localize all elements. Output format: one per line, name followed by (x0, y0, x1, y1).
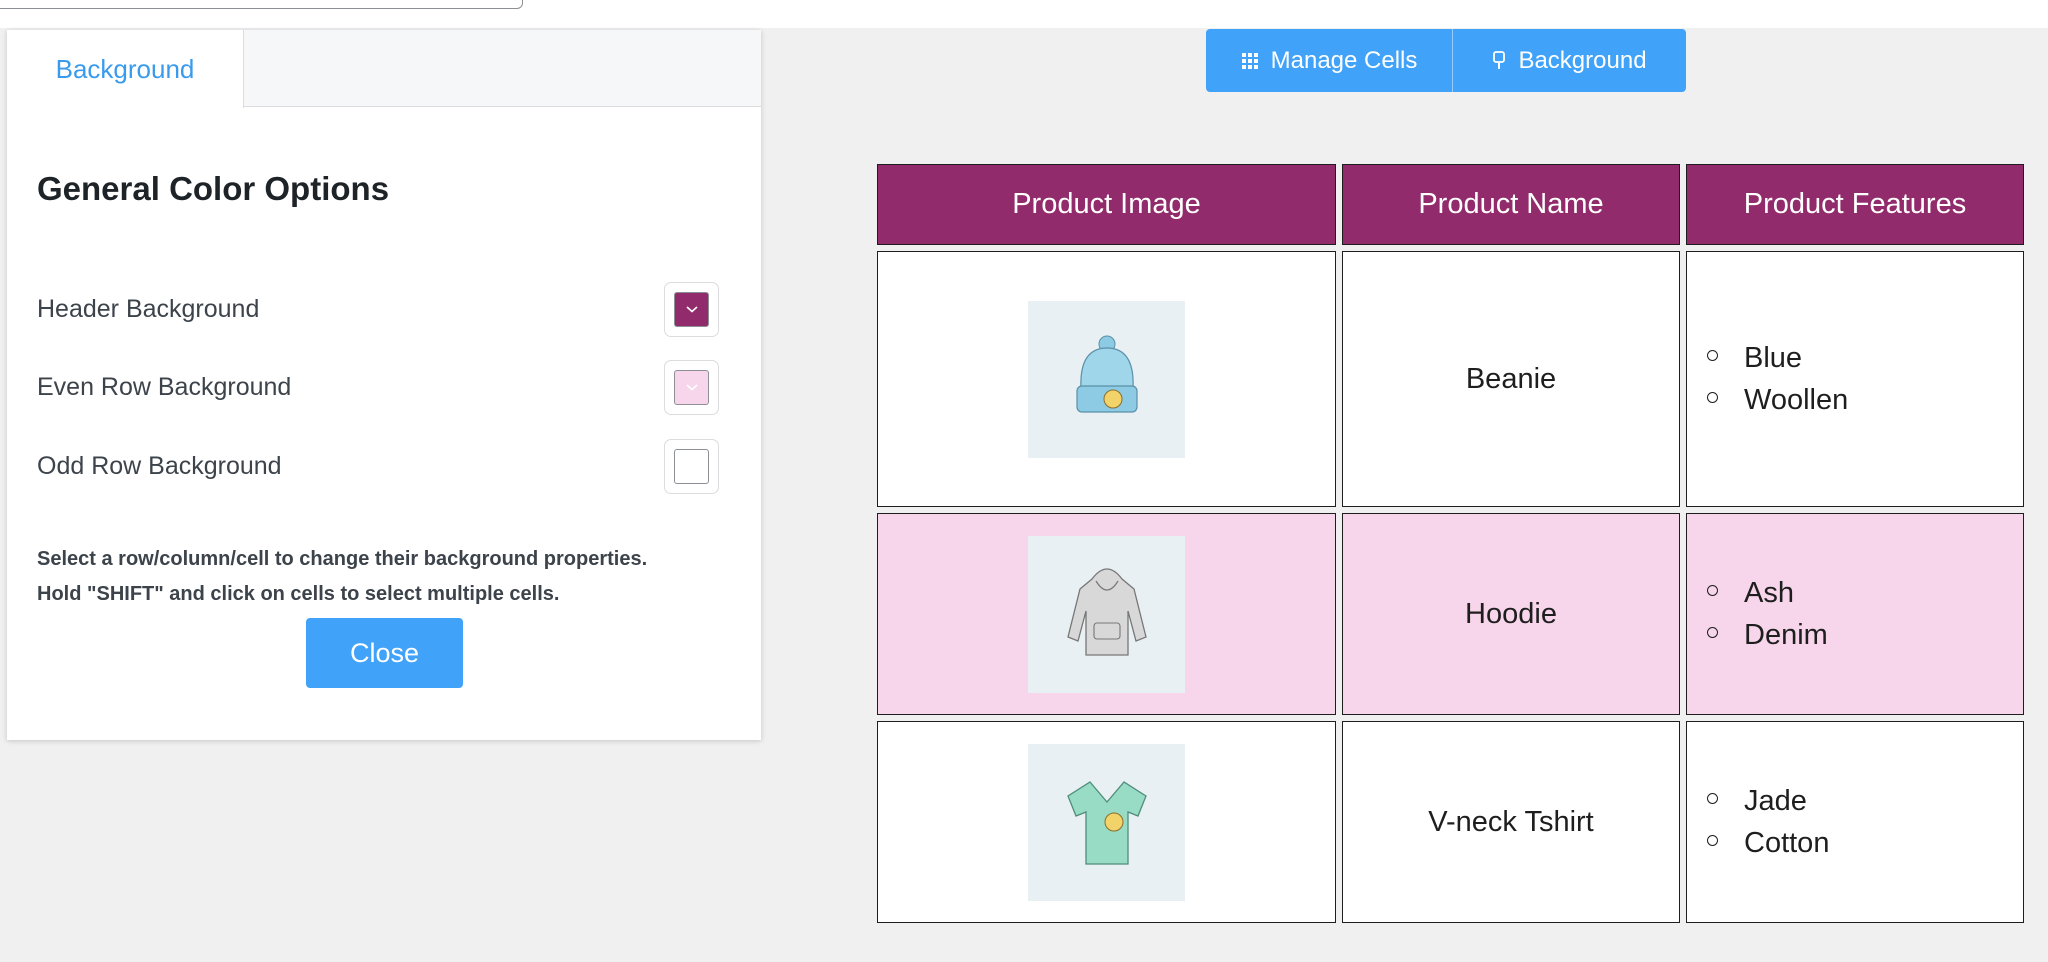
header-background-option: Header Background (37, 281, 719, 337)
hoodie-image (1028, 535, 1185, 693)
feature-text: Woollen (1744, 383, 1849, 416)
list-item: Cotton (1707, 822, 2023, 864)
header-background-color-picker[interactable] (664, 281, 719, 337)
list-item: Ash (1707, 572, 2023, 614)
tab-background[interactable]: Background (7, 30, 244, 108)
feature-list: Ash Denim (1687, 572, 2023, 656)
table-toolbar: Manage Cells Background (1206, 29, 1686, 92)
list-item: Denim (1707, 614, 2023, 656)
bullet-icon (1707, 391, 1718, 403)
feature-text: Denim (1744, 618, 1828, 651)
even-row-background-color-picker[interactable] (664, 359, 719, 415)
hoodie-icon (1066, 568, 1147, 656)
table-row: V-neck Tshirt Jade Cotton (877, 721, 2024, 923)
feature-list: Blue Woollen (1687, 337, 2023, 421)
header-cell-product-image[interactable]: Product Image (877, 164, 1336, 245)
beanie-image (1028, 300, 1185, 458)
help-line: Hold "SHIFT" and click on cells to selec… (37, 583, 560, 605)
header-cell-product-features[interactable]: Product Features (1686, 164, 2024, 245)
list-item: Blue (1707, 337, 2023, 379)
name-cell[interactable]: Beanie (1342, 251, 1680, 507)
background-settings-panel: Background General Color Options Header … (7, 30, 761, 740)
image-cell[interactable] (877, 251, 1336, 507)
table-row: Beanie Blue Woollen (877, 251, 2024, 507)
background-label: Background (1518, 46, 1647, 74)
image-cell[interactable] (877, 513, 1336, 715)
close-button[interactable]: Close (306, 618, 463, 688)
name-cell[interactable]: Hoodie (1342, 513, 1680, 715)
bullet-icon (1707, 626, 1718, 638)
table-header-row: Product Image Product Name Product Featu… (877, 164, 2024, 245)
feature-text: Jade (1744, 784, 1807, 817)
chevron-down-icon (685, 384, 698, 391)
color-swatch (674, 369, 709, 405)
list-item: Woollen (1707, 379, 2023, 421)
manage-cells-label: Manage Cells (1270, 46, 1418, 74)
color-swatch (674, 291, 709, 327)
brush-icon (1493, 50, 1506, 69)
table-row: Hoodie Ash Denim (877, 513, 2024, 715)
header-cell-product-name[interactable]: Product Name (1342, 164, 1680, 245)
features-cell[interactable]: Jade Cotton (1686, 721, 2024, 923)
even-row-background-option: Even Row Background (37, 359, 719, 415)
option-label: Odd Row Background (37, 451, 282, 480)
background-button[interactable]: Background (1453, 29, 1686, 92)
features-cell[interactable]: Ash Denim (1686, 513, 2024, 715)
list-item: Jade (1707, 780, 2023, 822)
option-label: Header Background (37, 294, 260, 323)
name-cell[interactable]: V-neck Tshirt (1342, 721, 1680, 923)
tshirt-image (1028, 743, 1185, 901)
product-name: Beanie (1465, 362, 1557, 395)
feature-list: Jade Cotton (1687, 780, 2023, 864)
product-table: Product Image Product Name Product Featu… (871, 158, 2030, 929)
image-cell[interactable] (877, 721, 1336, 923)
help-line: Select a row/column/cell to change their… (37, 548, 648, 570)
bullet-icon (1707, 349, 1718, 361)
chevron-down-icon (685, 306, 698, 313)
odd-row-background-option: Odd Row Background (37, 438, 719, 494)
color-swatch (674, 448, 709, 484)
feature-text: Cotton (1744, 826, 1830, 859)
product-name: Hoodie (1465, 597, 1557, 630)
top-text-input[interactable] (0, 0, 523, 9)
bullet-icon (1707, 584, 1718, 596)
features-cell[interactable]: Blue Woollen (1686, 251, 2024, 507)
feature-text: Blue (1744, 341, 1803, 374)
tshirt-icon (1066, 781, 1147, 865)
beanie-icon (1075, 335, 1138, 413)
grid-icon (1241, 52, 1258, 69)
odd-row-background-color-picker[interactable] (664, 438, 719, 494)
bullet-icon (1707, 834, 1718, 846)
product-name: V-neck Tshirt (1428, 805, 1594, 838)
bullet-icon (1707, 792, 1718, 804)
option-label: Even Row Background (37, 372, 292, 401)
feature-text: Ash (1744, 576, 1794, 609)
manage-cells-button[interactable]: Manage Cells (1206, 29, 1453, 92)
section-title: General Color Options (37, 170, 390, 207)
help-text: Select a row/column/cell to change their… (37, 542, 737, 612)
panel-tab-bar: Background (7, 30, 761, 108)
top-bar (0, 0, 2048, 28)
